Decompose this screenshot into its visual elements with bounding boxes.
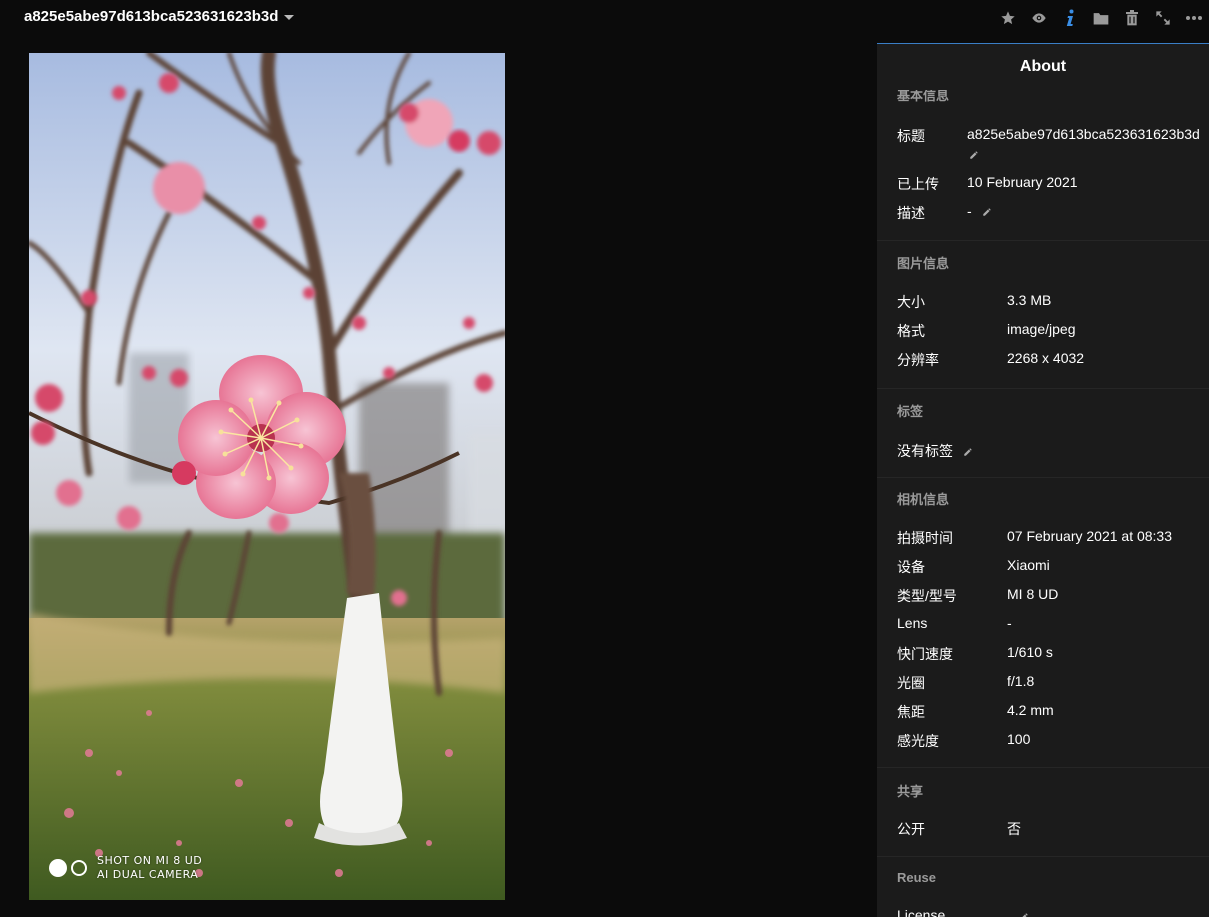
- title-row: 标题 a825e5abe97d613bca523631623b3d: [897, 126, 1200, 146]
- description-value: -: [967, 203, 972, 219]
- format-row: 格式 image/jpeg: [897, 321, 1076, 341]
- info-icon: [1066, 9, 1073, 26]
- plum-blossom-photo: [29, 53, 505, 900]
- public-row: 公开 否: [897, 819, 1021, 839]
- size-row: 大小 3.3 MB: [897, 292, 1051, 312]
- caret-down-icon: [284, 15, 295, 20]
- star-icon: [1000, 11, 1015, 25]
- shutter-value: 1/610 s: [1007, 644, 1053, 660]
- more-icon: [1185, 16, 1202, 20]
- toolbar: [992, 6, 1209, 30]
- format-value: image/jpeg: [1007, 321, 1076, 337]
- taken-row: 拍摄时间 07 February 2021 at 08:33: [897, 528, 1172, 548]
- uploaded-value: 10 February 2021: [967, 174, 1078, 190]
- more-button[interactable]: [1178, 6, 1209, 30]
- lens-value: -: [1007, 615, 1012, 631]
- watermark-logo: [49, 859, 87, 877]
- pencil-icon: [964, 448, 972, 457]
- camera-info-section: 相机信息 拍摄时间 07 February 2021 at 08:33 设备 X…: [877, 478, 1209, 768]
- uploaded-label: 已上传: [897, 176, 939, 192]
- sidebar-title: About: [877, 44, 1209, 90]
- device-value: Xiaomi: [1007, 557, 1050, 573]
- size-label: 大小: [897, 294, 925, 310]
- share-section: 共享 公开 否: [877, 768, 1209, 857]
- taken-value: 07 February 2021 at 08:33: [1007, 528, 1173, 544]
- move-to-album-button[interactable]: [1085, 6, 1116, 30]
- camera-info-heading: 相机信息: [897, 492, 950, 507]
- public-label: 公开: [897, 821, 925, 837]
- taken-label: 拍摄时间: [897, 530, 953, 546]
- public-value: 否: [1007, 821, 1021, 837]
- shutter-label: 快门速度: [897, 646, 953, 662]
- watermark-circle-outline: [71, 860, 87, 876]
- pencil-icon: [970, 151, 978, 159]
- edit-description-button[interactable]: [982, 204, 992, 220]
- resolution-label: 分辨率: [897, 352, 939, 368]
- delete-button[interactable]: [1116, 6, 1147, 30]
- focal-row: 焦距 4.2 mm: [897, 702, 1054, 722]
- model-row: 类型/型号 MI 8 UD: [897, 586, 1058, 606]
- watermark-circle-filled: [49, 859, 67, 877]
- folder-icon: [1093, 12, 1108, 24]
- camera-watermark: SHOT ON MI 8 UD AI DUAL CAMERA: [49, 854, 202, 882]
- pencil-icon: [1022, 913, 1028, 917]
- focal-label: 焦距: [897, 704, 925, 720]
- tags-row: 没有标签: [897, 441, 973, 461]
- device-row: 设备 Xiaomi: [897, 557, 1050, 577]
- iso-row: 感光度 100: [897, 731, 1030, 751]
- iso-value: 100: [1007, 731, 1031, 747]
- watermark-line2: AI DUAL CAMERA: [97, 868, 199, 881]
- edit-title-button[interactable]: [969, 147, 979, 165]
- photo-viewer[interactable]: SHOT ON MI 8 UD AI DUAL CAMERA: [29, 53, 505, 900]
- eye-icon: [1031, 13, 1046, 23]
- focal-value: 4.2 mm: [1007, 702, 1054, 718]
- edit-tags-button[interactable]: [963, 444, 973, 460]
- watermark-line1: SHOT ON MI 8 UD: [97, 854, 203, 867]
- lens-row: Lens -: [897, 615, 1012, 631]
- title-value-wrap: a825e5abe97d613bca523631623b3d: [967, 126, 1200, 142]
- resolution-row: 分辨率 2268 x 4032: [897, 350, 1084, 370]
- size-value: 3.3 MB: [1007, 292, 1052, 308]
- aperture-row: 光圈 f/1.8: [897, 673, 1034, 693]
- format-label: 格式: [897, 323, 925, 339]
- reuse-section: Reuse License: [877, 857, 1209, 917]
- tags-heading: 标签: [897, 404, 924, 419]
- visibility-button[interactable]: [1023, 6, 1054, 30]
- info-sidebar[interactable]: About 基本信息 标题 a825e5abe97d613bca52363162…: [877, 43, 1209, 917]
- image-info-section: 图片信息 大小 3.3 MB 格式 image/jpeg 分辨率 2268 x …: [877, 241, 1209, 389]
- photo-title: a825e5abe97d613bca523631623b3d: [24, 8, 279, 25]
- title-value: a825e5abe97d613bca523631623b3d: [967, 126, 1200, 142]
- info-button[interactable]: [1054, 6, 1085, 30]
- device-label: 设备: [897, 559, 925, 575]
- reuse-heading: Reuse: [897, 870, 937, 885]
- no-tags-label: 没有标签: [897, 443, 953, 459]
- image-info-heading: 图片信息: [897, 256, 950, 271]
- pencil-icon: [982, 208, 991, 217]
- model-value: MI 8 UD: [1007, 586, 1059, 602]
- aperture-value: f/1.8: [1007, 673, 1035, 689]
- resolution-value: 2268 x 4032: [1007, 350, 1085, 366]
- top-bar: a825e5abe97d613bca523631623b3d: [0, 0, 1209, 36]
- fullscreen-icon: [1155, 11, 1170, 25]
- share-heading: 共享: [897, 784, 924, 799]
- model-label: 类型/型号: [897, 588, 957, 604]
- iso-label: 感光度: [897, 733, 939, 749]
- fullscreen-button[interactable]: [1147, 6, 1178, 30]
- shutter-row: 快门速度 1/610 s: [897, 644, 1053, 664]
- description-row: 描述 -: [897, 203, 991, 223]
- album-title-dropdown[interactable]: a825e5abe97d613bca523631623b3d: [24, 8, 295, 25]
- star-button[interactable]: [992, 6, 1023, 30]
- lens-label: Lens: [897, 615, 928, 631]
- description-value-wrap: -: [967, 203, 992, 220]
- tags-section: 标签 没有标签: [877, 389, 1209, 478]
- uploaded-row: 已上传 10 February 2021: [897, 174, 1078, 194]
- trash-icon: [1125, 10, 1138, 26]
- description-label: 描述: [897, 205, 925, 221]
- title-label: 标题: [897, 128, 925, 144]
- aperture-label: 光圈: [897, 675, 925, 691]
